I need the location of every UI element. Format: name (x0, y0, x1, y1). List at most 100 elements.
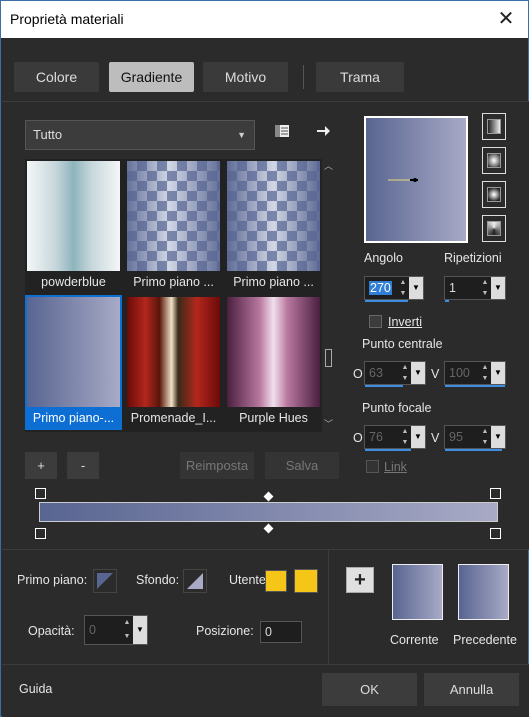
materials-dialog: Proprietà materiali ✕ Colore Gradiente M… (0, 0, 529, 717)
focal-v-value: 95 (449, 430, 463, 444)
center-o-field[interactable]: 63 ▲ ▼ ▼ (364, 361, 426, 387)
gradient-swatch-powderblue[interactable]: powderblue (25, 159, 122, 294)
background-label: Sfondo: (136, 573, 180, 587)
title-bar: Proprietà materiali ✕ (1, 1, 528, 38)
reset-button[interactable]: Reimposta (180, 452, 254, 479)
repeats-stepper-icon[interactable]: ▲ ▼ (479, 277, 491, 299)
background-swatch[interactable] (183, 569, 207, 593)
focal-point-label: Punto focale (362, 401, 432, 415)
sunburst-type-button[interactable] (482, 215, 506, 242)
gradient-thumbnail (227, 161, 320, 271)
remove-gradient-button[interactable]: - (67, 452, 99, 479)
gradient-thumbnail (27, 161, 120, 271)
center-o-label: O (353, 367, 363, 381)
arrow-right-icon[interactable] (315, 123, 331, 139)
center-o-stepper-icon[interactable]: ▲ ▼ (399, 362, 411, 384)
gradient-label: powderblue (41, 275, 106, 289)
focal-o-slider-bar[interactable] (365, 449, 411, 451)
center-v-dropdown-icon[interactable]: ▼ (491, 362, 505, 384)
radial-type-button[interactable] (482, 181, 506, 208)
user-color-swatch-1[interactable] (265, 570, 287, 592)
save-gradient-button[interactable]: Salva (265, 452, 339, 479)
dialog-title: Proprietà materiali (10, 11, 124, 27)
opacity-label: Opacità: (28, 624, 75, 638)
folder-icon[interactable] (274, 123, 290, 139)
linear-type-button[interactable] (482, 113, 506, 140)
focal-v-field[interactable]: 95 ▲ ▼ ▼ (444, 425, 506, 451)
gradient-swatch-foreground-selected[interactable]: Primo piano-... (25, 295, 122, 430)
library-scrollbar[interactable]: ︿ ﹀ (322, 159, 335, 432)
repeats-dropdown-icon[interactable]: ▼ (491, 277, 505, 299)
center-v-stepper-icon[interactable]: ▲ ▼ (479, 362, 491, 384)
help-link[interactable]: Guida (19, 682, 52, 696)
gradient-label: Promenade_I... (130, 411, 217, 425)
gradient-editor-bar[interactable] (39, 502, 498, 522)
ok-button[interactable]: OK (322, 673, 417, 706)
end-opacity-marker[interactable] (490, 528, 501, 539)
tab-separator (303, 65, 304, 89)
angle-label: Angolo (364, 251, 403, 265)
center-o-value: 63 (369, 366, 383, 380)
focal-o-field[interactable]: 76 ▲ ▼ ▼ (364, 425, 426, 451)
close-icon[interactable]: ✕ (494, 7, 518, 31)
position-field[interactable]: 0 (260, 621, 302, 643)
focal-o-value: 76 (369, 430, 383, 444)
repeats-slider-bar[interactable] (445, 300, 449, 302)
gradient-preview[interactable] (364, 116, 468, 243)
gradient-swatch-purple-hues[interactable]: Purple Hues (225, 295, 322, 430)
angle-field[interactable]: 270 ▲ ▼ ▼ (364, 276, 424, 302)
center-point-label: Punto centrale (362, 337, 443, 351)
gradient-thumbnail (127, 297, 220, 407)
foreground-label: Primo piano: (17, 573, 88, 587)
scroll-down-icon[interactable]: ﹀ (322, 417, 335, 430)
tab-texture[interactable]: Trama (316, 62, 404, 92)
opacity-dropdown-icon[interactable]: ▼ (133, 616, 147, 644)
invert-checkbox[interactable] (369, 315, 382, 328)
opacity-field[interactable]: 0 ▲ ▼ ▼ (84, 615, 148, 645)
previous-gradient-swatch[interactable] (458, 564, 509, 620)
focal-o-dropdown-icon[interactable]: ▼ (411, 426, 425, 448)
category-dropdown[interactable]: Tutto ▼ (25, 120, 255, 150)
center-v-value: 100 (449, 366, 470, 380)
scroll-up-icon[interactable]: ︿ (322, 159, 335, 172)
cancel-button[interactable]: Annulla (424, 673, 519, 706)
center-v-label: V (431, 367, 440, 381)
tab-gradient[interactable]: Gradiente (109, 62, 194, 92)
user-label: Utente: (229, 573, 270, 587)
center-v-field[interactable]: 100 ▲ ▼ ▼ (444, 361, 506, 387)
add-user-color-button[interactable]: + (346, 567, 374, 593)
current-label: Corrente (390, 633, 439, 647)
center-v-slider-bar[interactable] (445, 385, 505, 387)
focal-o-stepper-icon[interactable]: ▲ ▼ (399, 426, 411, 448)
repeats-field[interactable]: 1 ▲ ▼ ▼ (444, 276, 506, 302)
scrollbar-thumb[interactable] (325, 349, 332, 367)
tab-pattern[interactable]: Motivo (203, 62, 288, 92)
gradient-label: Purple Hues (239, 411, 308, 425)
opacity-stepper-icon[interactable]: ▲ ▼ (121, 616, 133, 644)
gradient-swatch-promenade[interactable]: Promenade_I... (125, 295, 222, 430)
section-divider (328, 550, 329, 664)
foreground-swatch[interactable] (93, 569, 117, 593)
gradient-label: Primo piano-... (32, 411, 115, 425)
end-color-marker[interactable] (490, 488, 501, 499)
tab-color[interactable]: Colore (14, 62, 99, 92)
add-gradient-button[interactable]: + (25, 452, 57, 479)
angle-stepper-icon[interactable]: ▲ ▼ (397, 277, 409, 299)
focal-v-slider-bar[interactable] (445, 449, 502, 451)
focal-v-dropdown-icon[interactable]: ▼ (491, 426, 505, 448)
start-color-marker[interactable] (35, 488, 46, 499)
user-color-swatch-2[interactable] (294, 569, 318, 593)
center-o-dropdown-icon[interactable]: ▼ (411, 362, 425, 384)
center-o-slider-bar[interactable] (365, 385, 403, 387)
angle-dropdown-icon[interactable]: ▼ (409, 277, 423, 299)
rectangular-type-button[interactable] (482, 147, 506, 174)
start-opacity-marker[interactable] (35, 528, 46, 539)
gradient-label: Primo piano ... (233, 275, 314, 289)
angle-slider-bar[interactable] (365, 300, 408, 302)
focal-v-label: V (431, 431, 440, 445)
gradient-thumbnail (127, 161, 220, 271)
gradient-swatch-foreground-1[interactable]: Primo piano ... (125, 159, 222, 294)
link-checkbox[interactable] (366, 460, 379, 473)
gradient-swatch-foreground-2[interactable]: Primo piano ... (225, 159, 322, 294)
focal-v-stepper-icon[interactable]: ▲ ▼ (479, 426, 491, 448)
